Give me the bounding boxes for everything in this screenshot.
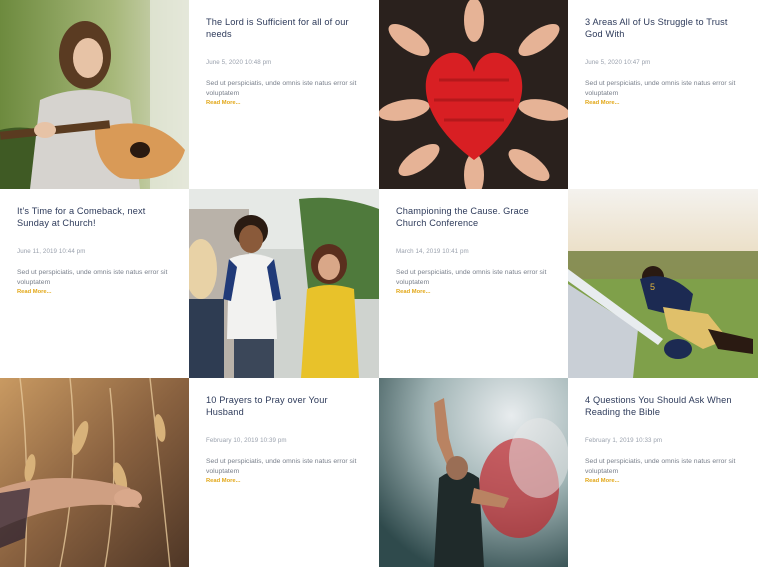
post-date: June 5, 2020 10:47 pm bbox=[585, 59, 651, 66]
post-card: Championing the Cause. Grace Church Conf… bbox=[379, 189, 568, 378]
post-date: March 14, 2019 10:41 pm bbox=[396, 248, 469, 255]
football-prayer-photo: 5 bbox=[568, 189, 758, 378]
post-excerpt: Sed ut perspiciatis, unde omnis iste nat… bbox=[585, 458, 736, 475]
read-more-link[interactable]: Read More... bbox=[585, 478, 741, 484]
post-excerpt: Sed ut perspiciatis, unde omnis iste nat… bbox=[206, 80, 357, 97]
read-more-link[interactable]: Read More... bbox=[17, 289, 172, 295]
post-card: 4 Questions You Should Ask When Reading … bbox=[568, 378, 758, 567]
post-date: February 1, 2019 10:33 pm bbox=[585, 437, 663, 444]
post-title[interactable]: 4 Questions You Should Ask When Reading … bbox=[585, 395, 741, 418]
read-more-link[interactable]: Read More... bbox=[206, 478, 362, 484]
post-title[interactable]: It’s Time for a Comeback, next Sunday at… bbox=[17, 206, 172, 229]
wheat-field-photo bbox=[0, 378, 189, 567]
post-excerpt: Sed ut perspiciatis, unde omnis iste nat… bbox=[17, 269, 168, 286]
post-title[interactable]: The Lord is Sufficient for all of our ne… bbox=[206, 17, 362, 40]
blog-grid: The Lord is Sufficient for all of our ne… bbox=[0, 0, 758, 567]
post-card: The Lord is Sufficient for all of our ne… bbox=[189, 0, 379, 189]
read-more-link[interactable]: Read More... bbox=[206, 100, 362, 106]
post-card: 3 Areas All of Us Struggle to Trust God … bbox=[568, 0, 758, 189]
read-more-link[interactable]: Read More... bbox=[585, 100, 741, 106]
post-excerpt: Sed ut perspiciatis, unde omnis iste nat… bbox=[396, 269, 547, 286]
post-image-guitar-girl[interactable] bbox=[0, 0, 189, 189]
post-image-worship-hand[interactable] bbox=[379, 378, 568, 567]
post-excerpt: Sed ut perspiciatis, unde omnis iste nat… bbox=[206, 458, 357, 475]
worship-hand-photo bbox=[379, 378, 568, 567]
post-date: June 11, 2019 10:44 pm bbox=[17, 248, 86, 255]
post-image-wheat-field[interactable] bbox=[0, 378, 189, 567]
post-date: February 10, 2019 10:39 pm bbox=[206, 437, 287, 444]
post-excerpt: Sed ut perspiciatis, unde omnis iste nat… bbox=[585, 80, 736, 97]
post-image-friends-talking[interactable] bbox=[189, 189, 379, 378]
post-card: It’s Time for a Comeback, next Sunday at… bbox=[0, 189, 189, 378]
hands-heart-photo bbox=[379, 0, 568, 189]
friends-talking-photo bbox=[189, 189, 379, 378]
svg-text:5: 5 bbox=[650, 282, 655, 292]
read-more-link[interactable]: Read More... bbox=[396, 289, 551, 295]
post-title[interactable]: Championing the Cause. Grace Church Conf… bbox=[396, 206, 551, 229]
post-image-football-prayer[interactable]: 5 bbox=[568, 189, 758, 378]
post-image-hands-heart[interactable] bbox=[379, 0, 568, 189]
post-date: June 5, 2020 10:48 pm bbox=[206, 59, 272, 66]
post-title[interactable]: 10 Prayers to Pray over Your Husband bbox=[206, 395, 362, 418]
guitar-girl-photo bbox=[0, 0, 189, 189]
post-title[interactable]: 3 Areas All of Us Struggle to Trust God … bbox=[585, 17, 741, 40]
post-card: 10 Prayers to Pray over Your Husband Feb… bbox=[189, 378, 379, 567]
